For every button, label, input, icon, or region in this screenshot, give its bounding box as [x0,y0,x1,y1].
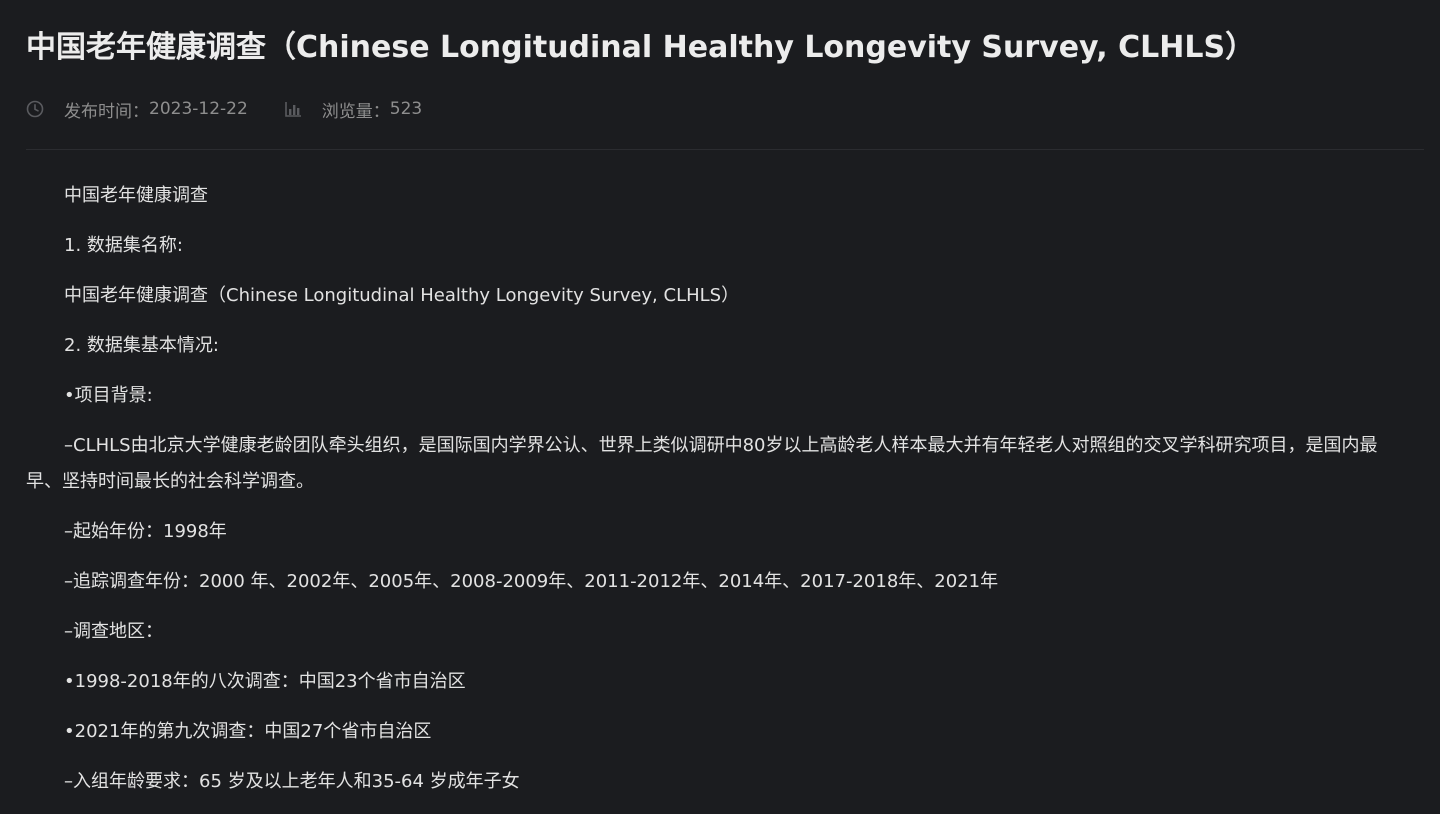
header-divider [26,149,1424,150]
paragraph-background-text: –CLHLS由北京大学健康老龄团队牵头组织，是国际国内学界公认、世界上类似调研中… [26,435,1378,492]
article-meta: 发布时间： 2023-12-22 浏览量： 523 [26,89,1426,129]
paragraph-background-label: •项目背景: [64,385,153,406]
view-count-value: 523 [389,99,423,119]
clock-icon [26,100,44,118]
paragraph-region-2021: •2021年的第九次调查：中国27个省市自治区 [64,721,432,742]
article-container: 中国老年健康调查（Chinese Longitudinal Healthy Lo… [26,0,1426,800]
paragraph-followup-years: –追踪调查年份：2000 年、2002年、2005年、2008-2009年、20… [64,571,999,592]
paragraph-region-1998-2018: •1998-2018年的八次调查：中国23个省市自治区 [64,671,466,692]
article-body: 中国老年健康调查 1. 数据集名称: 中国老年健康调查（Chinese Long… [26,178,1426,800]
publish-date-meta: 发布时间： 2023-12-22 [26,97,248,122]
paragraph-dataset-name: 中国老年健康调查（Chinese Longitudinal Healthy Lo… [64,285,740,306]
publish-date-value: 2023-12-22 [149,99,248,119]
publish-date-label: 发布时间： [64,101,149,122]
paragraph-survey-region-label: –调查地区： [64,621,163,642]
paragraph-dataset-name-label: 1. 数据集名称: [64,235,183,256]
bar-chart-icon [284,100,302,118]
paragraph-age-requirement: –入组年龄要求：65 岁及以上老年人和35-64 岁成年子女 [64,771,520,792]
paragraph-heading: 中国老年健康调查 [64,185,208,206]
view-count-label: 浏览量： [321,101,390,122]
paragraph-basic-info-label: 2. 数据集基本情况: [64,335,219,356]
view-count-meta: 浏览量： 523 [284,97,422,122]
page-title: 中国老年健康调查（Chinese Longitudinal Healthy Lo… [26,30,1256,65]
paragraph-start-year: –起始年份：1998年 [64,521,227,542]
